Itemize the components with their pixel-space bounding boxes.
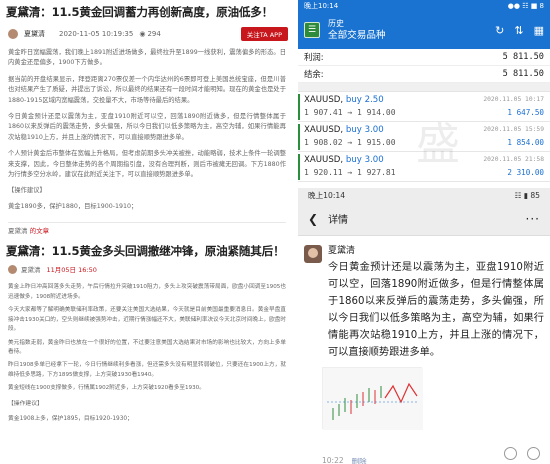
moment-post: 夏黛清 今日黄金预计还是以震荡为主，亚盘1910附近可以空，回落1890附近做多… xyxy=(298,236,550,361)
status-bar: 晚上10:14 ●● ☷ ■ 8 xyxy=(298,0,550,11)
article-paragraph: 今日黄金预计还是以震荡为主，亚盘1910附近可以空，回落1890附近做多，但是行… xyxy=(8,113,286,141)
operation-advice: 黄金1890多，保护1880，目标1900-1910； xyxy=(8,203,138,211)
refresh-icon[interactable]: ↻ xyxy=(495,24,504,37)
trade-symbol: XAUUSD, xyxy=(304,95,344,105)
article-paragraph: 黄金昨日宽幅震荡，我们晚上1891附近进场做多，最终拉升至1899一线获利，震荡… xyxy=(8,49,286,67)
profit-row: 利润: 5 811.50 xyxy=(298,49,550,66)
post-time: 10:22 xyxy=(322,456,344,464)
trade-profit: 1 647.50 xyxy=(507,108,544,117)
trade-history-screen: 晚上10:14 ●● ☷ ■ 8 ☰ 历史 全部交易品种 ↻ ⇅ ▦ 利润: 5… xyxy=(298,0,550,186)
article-paragraph: 今天大家都等了解明确美联储利率政策，还要关注美国大选结果，今天就是目前美国最重要… xyxy=(8,307,286,333)
source-author: 夏黛清 xyxy=(8,227,30,236)
balance-value: 5 811.50 xyxy=(502,69,544,79)
source-line[interactable]: 夏黛清 的文章 xyxy=(0,223,294,237)
publish-date: 11月05日 16:50 xyxy=(46,266,97,275)
trade-time: 2020.11.05 15:59 xyxy=(483,126,544,133)
article-title: 夏黛清：11.5黄金回调蓄力再创新高度，原油低多！ xyxy=(6,5,274,19)
status-icons: ●● ☷ ■ 8 xyxy=(507,1,544,10)
chart-background xyxy=(323,368,423,430)
trade-row[interactable]: XAUUSD, buy 3.00 2020.11.05 21:58 1 920.… xyxy=(298,152,550,182)
more-icon[interactable]: ··· xyxy=(526,212,540,226)
balance-label: 结余: xyxy=(304,69,324,79)
back-arrow-icon[interactable]: ❮ xyxy=(308,212,318,226)
app-title: 全部交易品种 xyxy=(328,30,386,41)
profit-label: 利润: xyxy=(304,52,324,62)
author-name[interactable]: 夏黛清 xyxy=(24,29,45,39)
post-footer: 10:22 删除 xyxy=(322,456,367,464)
detail-header: ❮ 详情 ··· xyxy=(298,202,550,236)
poster-name[interactable]: 夏黛清 xyxy=(328,245,544,257)
trade-row[interactable]: XAUUSD, buy 2.50 2020.11.05 10:17 1 907.… xyxy=(298,92,550,122)
status-bar: 晚上10:14 ☷ ▮ 85 xyxy=(298,188,550,202)
history-icon[interactable]: ☰ xyxy=(304,22,320,38)
trade-side: buy 2.50 xyxy=(345,95,384,105)
buy-indicator xyxy=(298,94,300,120)
article-panel: 夏黛清：11.5黄金回调蓄力再创新高度，原油低多！ 夏黛清 2020-11-05… xyxy=(0,0,294,464)
author-name[interactable]: 夏黛清 xyxy=(21,264,41,274)
status-icons: ☷ ▮ 85 xyxy=(514,190,540,200)
status-time: 晚上10:14 xyxy=(308,190,346,200)
article-paragraph: 黄金短线在1900支撑做多，行情属1902附近多，上方突破1920看多至1930… xyxy=(8,385,205,392)
operation-label: 【操作建议】 xyxy=(8,187,46,195)
trade-side: buy 3.00 xyxy=(345,155,384,165)
comment-icon[interactable] xyxy=(527,447,540,460)
trade-time: 2020.11.05 10:17 xyxy=(483,96,544,103)
trade-profit: 2 310.00 xyxy=(507,168,544,177)
delete-link[interactable]: 删除 xyxy=(352,456,367,464)
article-paragraph: 黄金上昨日冲高回落多头走势，午后行情拉升突破1910阻力，多头上攻突破震荡带局面… xyxy=(8,284,286,300)
app-subtitle: 历史 xyxy=(328,19,344,28)
article-paragraph: 美元指数走弱，黄金昨日也放在一个很好的位置，不过要注意美国大选结果对市场的影响也… xyxy=(8,339,286,355)
poster-avatar[interactable] xyxy=(304,245,322,263)
post-text: 今日黄金预计还是以震荡为主，亚盘1910附近可以空，回落1890附近做多，但是行… xyxy=(328,262,544,358)
trade-prices: 1 907.41 → 1 914.00 xyxy=(304,108,396,117)
calendar-icon[interactable]: ▦ xyxy=(534,24,544,37)
post-actions xyxy=(504,447,540,460)
trade-prices: 1 920.11 → 1 927.81 xyxy=(304,168,396,177)
price-chart-thumbnail xyxy=(323,368,423,430)
trade-prices: 1 908.02 → 1 915.00 xyxy=(304,138,396,147)
app-bar: ☰ 历史 全部交易品种 ↻ ⇅ ▦ xyxy=(298,11,550,49)
operation-advice: 黄金1908上多，保护1895，目标1920-1930； xyxy=(8,415,133,422)
detail-screen: 晚上10:14 ☷ ▮ 85 ❮ 详情 ··· 夏黛清 今日黄金预计还是以震荡为… xyxy=(298,188,550,464)
section-gap xyxy=(298,83,550,92)
view-count: 294 xyxy=(147,30,161,38)
trade-profit: 1 854.00 xyxy=(507,138,544,147)
post-chart-image[interactable] xyxy=(322,367,423,430)
operation-label: 【操作建议】 xyxy=(8,400,43,407)
balance-row: 结余: 5 811.50 xyxy=(298,66,550,83)
trade-symbol: XAUUSD, xyxy=(304,155,344,165)
profit-value: 5 811.50 xyxy=(502,52,544,62)
author-avatar xyxy=(8,29,18,39)
sort-icon[interactable]: ⇅ xyxy=(514,24,523,37)
detail-title: 详情 xyxy=(328,215,349,226)
article-meta-2: 夏黛清 11月05日 16:50 xyxy=(0,259,294,279)
follow-button[interactable]: 关注TA APP xyxy=(240,27,288,41)
buy-indicator xyxy=(298,154,300,180)
trade-side: buy 3.00 xyxy=(345,125,384,135)
author-avatar xyxy=(8,264,17,274)
article-meta: 夏黛清 2020-11-05 10:19:35 ◉ 294 关注TA APP xyxy=(0,20,294,44)
publish-date: 2020-11-05 10:19:35 xyxy=(59,30,134,38)
source-link[interactable]: 的文章 xyxy=(30,227,50,235)
trade-symbol: XAUUSD, xyxy=(304,125,344,135)
status-time: 晚上10:14 xyxy=(304,1,339,10)
trade-row[interactable]: XAUUSD, buy 3.00 2020.11.05 15:59 1 908.… xyxy=(298,122,550,152)
article-paragraph: 据当前的开盘结果显示，拜登距离270票仅差一个内华达州的6票即可登上美国总统宝座… xyxy=(8,75,286,104)
buy-indicator xyxy=(298,124,300,150)
article-paragraph: 昨日1908多单已经拿下一轮，今日行情继续利多看涨，但还需多头没有明显转弱破位，… xyxy=(8,362,286,378)
article-title-2: 夏黛清：11.5黄金多头回调撤继冲锋，原油紧随其后！ xyxy=(6,244,285,259)
article-paragraph: 个人预计黄金后市整体在宽幅上升格局，但考虑前期多头冲关被挫，动能略弱，技术上条件… xyxy=(8,150,286,179)
like-icon[interactable] xyxy=(504,447,517,460)
eye-icon: ◉ xyxy=(139,30,146,38)
trade-time: 2020.11.05 21:58 xyxy=(483,156,544,163)
